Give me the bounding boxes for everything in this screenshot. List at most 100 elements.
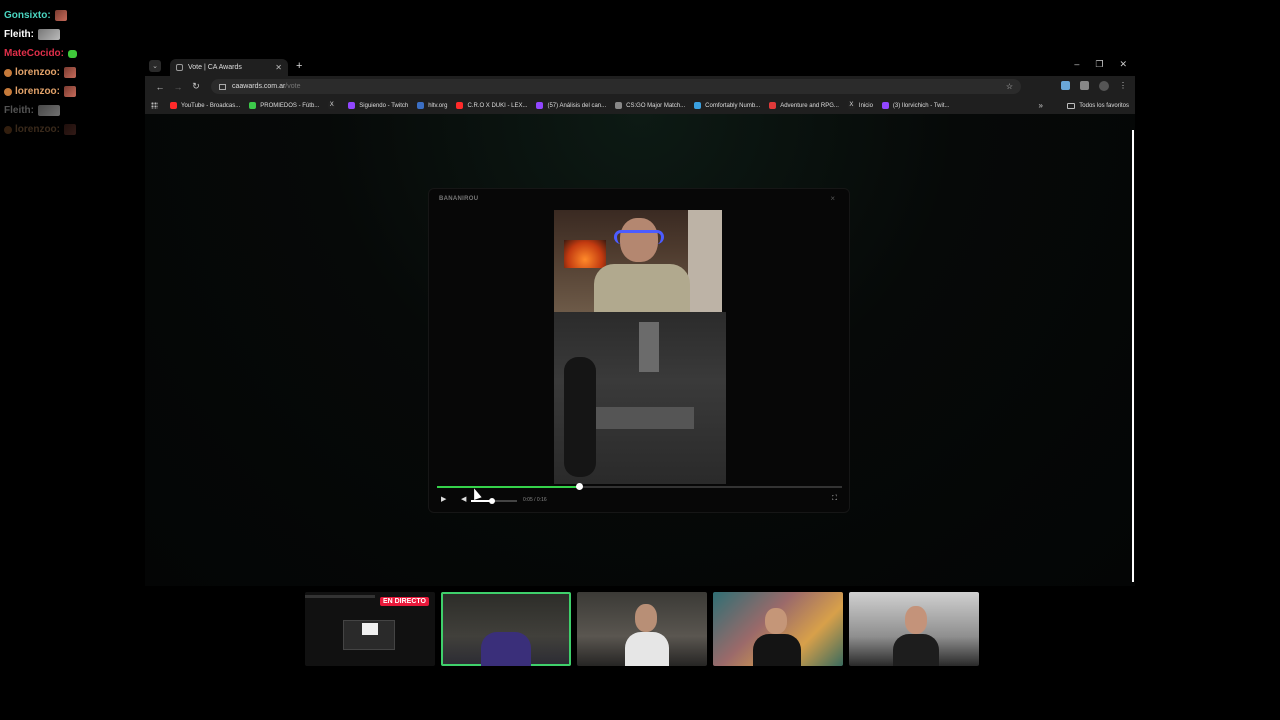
play-icon[interactable]: ▶ bbox=[441, 495, 446, 503]
camera-tile[interactable] bbox=[849, 592, 979, 666]
person bbox=[753, 634, 801, 666]
more-bookmarks-icon[interactable]: » bbox=[1039, 101, 1043, 110]
csgo-icon bbox=[615, 102, 623, 109]
restore-button[interactable]: ❐ bbox=[1095, 59, 1103, 70]
badge-icon bbox=[4, 87, 12, 96]
camera-tile[interactable] bbox=[441, 592, 571, 666]
bookmark-star-icon[interactable]: ☆ bbox=[1006, 82, 1013, 91]
chat-message: Fleith: bbox=[4, 25, 144, 44]
close-window-button[interactable]: ✕ bbox=[1119, 59, 1127, 70]
chat-message: MateCocido: bbox=[4, 44, 144, 63]
person bbox=[594, 264, 690, 312]
time-display: 0:05 / 0:16 bbox=[523, 497, 547, 503]
bookmarks-bar: YouTube - Broadcas... PROMIEDOS - Fútb..… bbox=[145, 97, 1135, 114]
emote-icon bbox=[64, 124, 76, 135]
screen-bar bbox=[305, 595, 375, 598]
promiedos-icon bbox=[249, 102, 257, 109]
bookmark-label: C.R.O X DUKI - LEX... bbox=[467, 102, 528, 109]
modal-title: BANANIROU bbox=[439, 196, 479, 202]
chat-username: Fleith: bbox=[4, 105, 34, 116]
bookmark-item[interactable]: PROMIEDOS - Fútb... bbox=[249, 102, 319, 109]
twitch-icon bbox=[881, 102, 889, 109]
scrollbar[interactable] bbox=[1132, 130, 1134, 582]
emote-icon bbox=[64, 86, 76, 97]
bookmark-item[interactable]: C.R.O X DUKI - LEX... bbox=[456, 102, 527, 109]
new-tab-button[interactable]: + bbox=[296, 60, 302, 72]
bookmark-item[interactable]: CS:GO Major Match... bbox=[615, 102, 685, 109]
x-icon: X bbox=[328, 102, 336, 109]
bookmark-item[interactable]: Comfortably Numb... bbox=[694, 102, 760, 109]
chat-message: lorenzoo: bbox=[4, 120, 144, 139]
title-bar: ⌄ Vote | CA Awards ✕ + – ❐ ✕ bbox=[145, 56, 1135, 76]
bookmark-item[interactable]: (3) Ilorvichich - Twit... bbox=[881, 102, 950, 109]
bookmark-item[interactable]: YouTube - Broadcas... bbox=[170, 102, 240, 109]
shield-icon bbox=[176, 64, 183, 71]
music-icon bbox=[694, 102, 702, 109]
fireplace bbox=[564, 240, 606, 268]
bookmark-label: CS:GO Major Match... bbox=[626, 102, 686, 109]
video-progress-bar[interactable] bbox=[437, 483, 842, 490]
badge-icon bbox=[4, 125, 12, 134]
tab-title: Vote | CA Awards bbox=[188, 64, 242, 71]
door bbox=[688, 210, 722, 312]
back-icon[interactable]: ← bbox=[151, 82, 169, 92]
reload-icon[interactable]: ↻ bbox=[187, 81, 205, 92]
bookmark-label: YouTube - Broadcas... bbox=[181, 102, 241, 109]
bookmark-item[interactable]: Adventure and RPG... bbox=[769, 102, 839, 109]
progress-handle[interactable] bbox=[575, 483, 583, 490]
apps-grid-icon[interactable] bbox=[151, 102, 158, 109]
close-icon[interactable]: ✕ bbox=[275, 63, 282, 72]
video-frame-scene bbox=[554, 312, 726, 484]
camera-tile[interactable] bbox=[713, 592, 843, 666]
chat-username: lorenzoo: bbox=[15, 124, 60, 135]
site-info-icon[interactable] bbox=[219, 83, 226, 90]
bookmark-item[interactable]: X Inicio bbox=[847, 102, 873, 109]
bookmark-label: (3) Ilorvichich - Twit... bbox=[892, 102, 950, 109]
all-bookmarks-button[interactable]: Todos los favoritos bbox=[1067, 102, 1129, 109]
forward-icon[interactable]: → bbox=[169, 82, 187, 92]
minimize-button[interactable]: – bbox=[1074, 59, 1079, 70]
close-icon[interactable]: × bbox=[830, 194, 835, 203]
tab-vote[interactable]: Vote | CA Awards ✕ bbox=[170, 59, 288, 76]
folder-icon bbox=[1067, 102, 1076, 109]
x-icon: X bbox=[847, 102, 855, 109]
extensions-puzzle-icon[interactable] bbox=[1080, 81, 1089, 90]
tab-search-button[interactable]: ⌄ bbox=[149, 60, 161, 72]
bookmark-item[interactable]: Siguiendo - Twitch bbox=[348, 102, 408, 109]
emote-icon bbox=[38, 105, 60, 116]
volume-handle[interactable] bbox=[488, 498, 495, 504]
hltv-icon bbox=[417, 102, 425, 109]
bookmark-label: Inicio bbox=[858, 102, 873, 109]
volume-icon[interactable]: ◀ bbox=[461, 495, 466, 503]
chat-overlay: Gonsixto: Fleith: MateCocido: lorenzoo: … bbox=[4, 6, 144, 139]
game-icon bbox=[769, 102, 777, 109]
badge-icon bbox=[4, 68, 12, 77]
screen-preview bbox=[343, 620, 395, 650]
url-host: caawards.com.ar bbox=[232, 83, 286, 90]
camera-tile[interactable] bbox=[577, 592, 707, 666]
chat-message: Fleith: bbox=[4, 101, 144, 120]
profile-avatar[interactable] bbox=[1099, 81, 1109, 91]
chat-message: lorenzoo: bbox=[4, 63, 144, 82]
bookmark-item[interactable]: X bbox=[328, 102, 339, 109]
bookmark-label: Siguiendo - Twitch bbox=[359, 102, 409, 109]
bookmark-label: Comfortably Numb... bbox=[705, 102, 761, 109]
toolbar-actions: ⋮ bbox=[1061, 81, 1127, 91]
fullscreen-icon[interactable]: ⛶ bbox=[832, 495, 837, 503]
emote-icon bbox=[64, 67, 76, 78]
shelf bbox=[594, 407, 694, 429]
toolbar: ← → ↻ caawards.com.ar/vote ☆ ⋮ bbox=[145, 76, 1135, 97]
chat-username: lorenzoo: bbox=[15, 67, 60, 78]
menu-icon[interactable]: ⋮ bbox=[1119, 81, 1127, 91]
person bbox=[625, 632, 669, 666]
bookmark-item[interactable]: hltv.org bbox=[417, 102, 447, 109]
volume-slider[interactable] bbox=[471, 498, 517, 504]
youtube-icon bbox=[170, 102, 177, 109]
bookmark-label: (57) Análisis del can... bbox=[547, 102, 607, 109]
bookmark-item[interactable]: (57) Análisis del can... bbox=[536, 102, 606, 109]
extension-icon[interactable] bbox=[1061, 81, 1070, 90]
twitch-icon bbox=[536, 102, 544, 109]
address-bar[interactable]: caawards.com.ar/vote ☆ bbox=[211, 79, 1021, 94]
camera-tile[interactable]: EN DIRECTO bbox=[305, 592, 435, 666]
chat-username: Fleith: bbox=[4, 29, 34, 40]
